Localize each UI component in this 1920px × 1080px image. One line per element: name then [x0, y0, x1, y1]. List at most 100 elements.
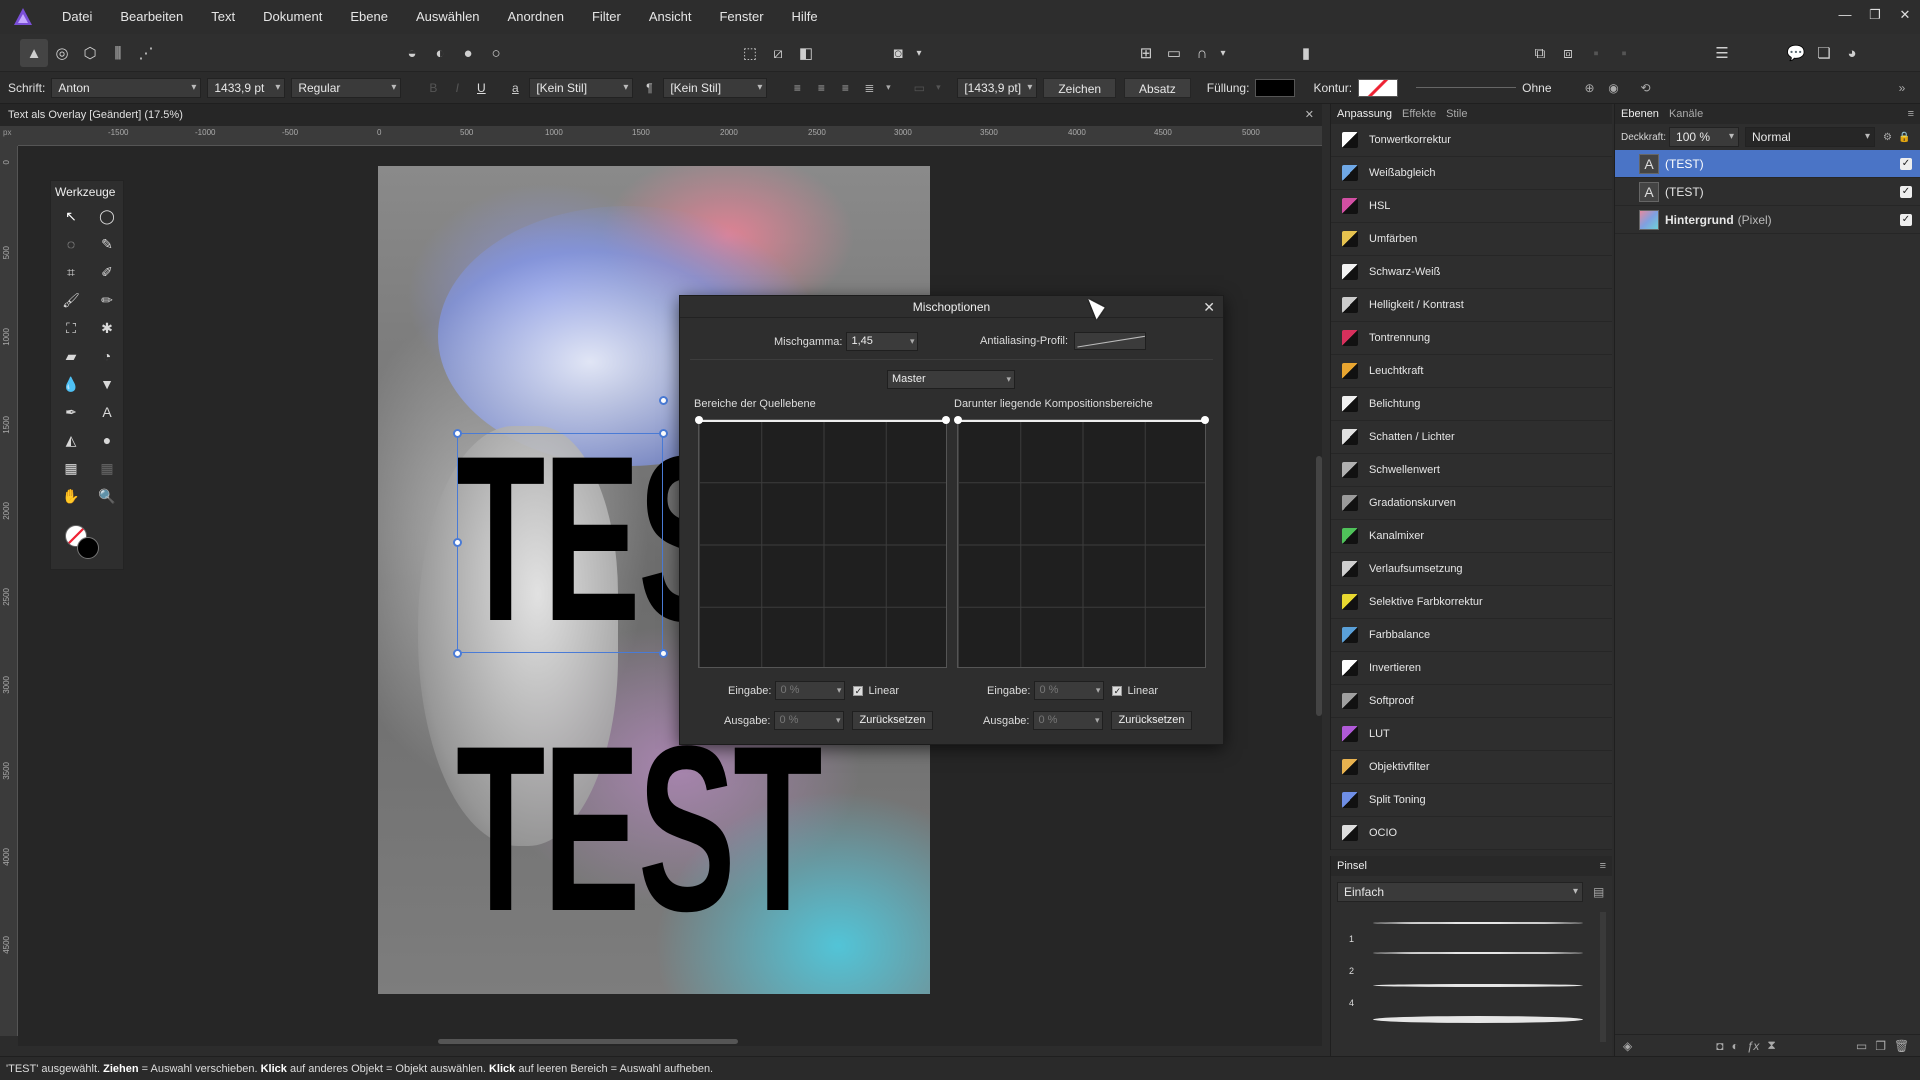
mask-layer-icon[interactable]: ◘ [1716, 1039, 1723, 1053]
transform-origin-icon[interactable]: ⊕ [1580, 81, 1600, 95]
tab-stile[interactable]: Stile [1446, 108, 1467, 120]
adjustment-item[interactable]: Weißabgleich [1331, 157, 1612, 190]
pixel-brush-icon[interactable]: ✏ [89, 289, 125, 311]
adjustment-item[interactable]: Tontrennung [1331, 322, 1612, 355]
adjustment-item[interactable]: LUT [1331, 718, 1612, 751]
hide-selection-icon[interactable]: ◉ [1604, 81, 1624, 95]
fill-swatch[interactable] [1255, 78, 1296, 97]
character-panel-button[interactable]: Zeichen [1043, 77, 1117, 98]
dodge-tool-icon[interactable]: ◔ [89, 345, 125, 367]
adjustment-item[interactable]: HSL [1331, 190, 1612, 223]
brush-view-icon[interactable]: ▤ [1593, 885, 1604, 899]
snapping-grid-icon[interactable]: ⊞ [1132, 39, 1160, 67]
layer-order-icon[interactable]: ❏ [1810, 39, 1838, 67]
arrange-front-icon[interactable]: ⧉ [1526, 39, 1554, 67]
adjustment-item[interactable]: Leuchtkraft [1331, 355, 1612, 388]
layer-row[interactable]: A (TEST) ✓ [1615, 178, 1920, 206]
brush-category-dropdown[interactable]: Einfach [1337, 882, 1583, 902]
italic-icon[interactable]: I [447, 81, 467, 95]
add-layer-icon[interactable]: ❐ [1875, 1039, 1886, 1053]
adjustment-item[interactable]: Invertieren [1331, 652, 1612, 685]
shape-tool-icon[interactable]: ● [89, 429, 125, 451]
underlying-curve-point[interactable] [954, 416, 962, 424]
menu-bearbeiten[interactable]: Bearbeiten [106, 0, 197, 34]
snap-magnet-icon[interactable]: ∩ [1188, 39, 1216, 67]
mesh-warp-icon[interactable]: ▦ [53, 457, 89, 479]
source-output-field[interactable]: 0 % [774, 711, 845, 730]
lasso-tool-icon[interactable]: ◌ [53, 233, 89, 255]
deselect-icon[interactable]: ⧄ [764, 39, 792, 67]
paragraph-style-icon[interactable]: ¶ [639, 81, 659, 95]
assistant-icon[interactable]: 💬 [1782, 39, 1810, 67]
snap-dropdown-icon[interactable]: ▾ [1216, 39, 1230, 67]
export-persona-icon[interactable]: ⋰ [132, 39, 160, 67]
liquify-persona-icon[interactable]: ◎ [48, 39, 76, 67]
underlying-curve-point[interactable] [1201, 416, 1209, 424]
channel-dropdown[interactable]: Master [887, 370, 1015, 389]
text-layer-test-bottom[interactable]: TEST [456, 711, 930, 947]
dialog-close-icon[interactable]: ✕ [1203, 296, 1215, 318]
menu-fenster[interactable]: Fenster [705, 0, 777, 34]
adjustment-item[interactable]: Softproof [1331, 685, 1612, 718]
eraser-icon[interactable]: ▰ [53, 345, 89, 367]
horizontal-scrollbar[interactable] [18, 1036, 1322, 1046]
align-dropdown-icon[interactable]: ▾ [883, 82, 893, 93]
tab-kanaele[interactable]: Kanäle [1669, 108, 1703, 120]
source-curve-point[interactable] [942, 416, 950, 424]
source-reset-button[interactable]: Zurücksetzen [852, 711, 933, 730]
vertical-align-dropdown-icon[interactable]: ▾ [933, 82, 943, 93]
selection-handle[interactable] [659, 429, 668, 438]
color-swatches[interactable] [51, 517, 123, 567]
source-linear-checkbox[interactable]: ✓ [853, 685, 864, 696]
layer-settings-icon[interactable]: ⚙ [1883, 132, 1892, 143]
zoom-tool-icon[interactable]: 🔍 [89, 485, 125, 507]
align-icon[interactable]: ☰ [1708, 39, 1736, 67]
layer-stack-icon[interactable]: ◈ [1623, 1039, 1632, 1053]
brush-preview[interactable] [1373, 1016, 1583, 1023]
color-picker-icon[interactable]: ✐ [89, 261, 125, 283]
stroke-width-slider[interactable] [1416, 87, 1517, 88]
font-family-dropdown[interactable]: Anton [51, 77, 202, 98]
rotation-handle[interactable] [659, 396, 668, 405]
underlying-linear-checkbox[interactable]: ✓ [1112, 685, 1123, 696]
source-curve-point[interactable] [695, 416, 703, 424]
invert-selection-icon[interactable]: ◧ [792, 39, 820, 67]
blend-mode-dropdown[interactable]: Normal [1745, 127, 1876, 147]
sharpen-tool-icon[interactable]: ▼ [89, 373, 125, 395]
tab-anpassung[interactable]: Anpassung [1337, 108, 1392, 120]
healing-brush-icon[interactable]: ✱ [89, 317, 125, 339]
adjustment-item[interactable]: Objektivfilter [1331, 751, 1612, 784]
clone-stamp-icon[interactable]: ⛶ [53, 317, 89, 339]
justify-icon[interactable]: ≣ [859, 81, 879, 95]
brush-preview[interactable] [1373, 952, 1583, 954]
adjustment-item[interactable]: Kanalmixer [1331, 520, 1612, 553]
close-window-icon[interactable]: ✕ [1890, 0, 1920, 30]
layer-visibility-checkbox[interactable]: ✓ [1900, 157, 1912, 170]
quick-mask-icon[interactable]: ◙ [884, 39, 912, 67]
selection-box[interactable] [457, 433, 663, 653]
brush-panel-menu-icon[interactable]: ≡ [1600, 860, 1606, 872]
align-right-icon[interactable]: ≡ [835, 81, 855, 95]
adjustment-item[interactable]: Schwarz-Weiß [1331, 256, 1612, 289]
vertical-align-icon[interactable]: ▭ [909, 81, 929, 95]
delete-layer-icon[interactable]: 🗑 [1894, 1039, 1909, 1053]
paragraph-panel-button[interactable]: Absatz [1124, 77, 1191, 98]
character-style-icon[interactable]: a [505, 81, 525, 95]
more-options-icon[interactable]: » [1892, 81, 1912, 95]
underline-icon[interactable]: U [471, 81, 491, 95]
affinity-photo-logo-icon[interactable] [12, 6, 34, 28]
menu-anordnen[interactable]: Anordnen [494, 0, 578, 34]
arrange-back-icon[interactable]: ⧈ [1554, 39, 1582, 67]
tone-mapping-persona-icon[interactable]: ⫼ [104, 39, 132, 67]
brush-preview[interactable] [1373, 922, 1583, 924]
menu-text[interactable]: Text [197, 0, 249, 34]
character-style-dropdown[interactable]: [Kein Stil] [529, 77, 634, 98]
adjustment-item[interactable]: Tonwertkorrektur [1331, 124, 1612, 157]
selection-handle[interactable] [453, 649, 462, 658]
size-readout-dropdown[interactable]: [1433,9 pt] [957, 77, 1038, 98]
layer-row[interactable]: Hintergrund (Pixel) ✓ [1615, 206, 1920, 234]
color-wheel-icon[interactable]: ◕ [1838, 39, 1866, 67]
arrange-backward-icon[interactable]: ▪ [1610, 39, 1638, 67]
layer-visibility-checkbox[interactable]: ✓ [1900, 213, 1912, 226]
adjustment-item[interactable]: Selektive Farbkorrektur [1331, 586, 1612, 619]
